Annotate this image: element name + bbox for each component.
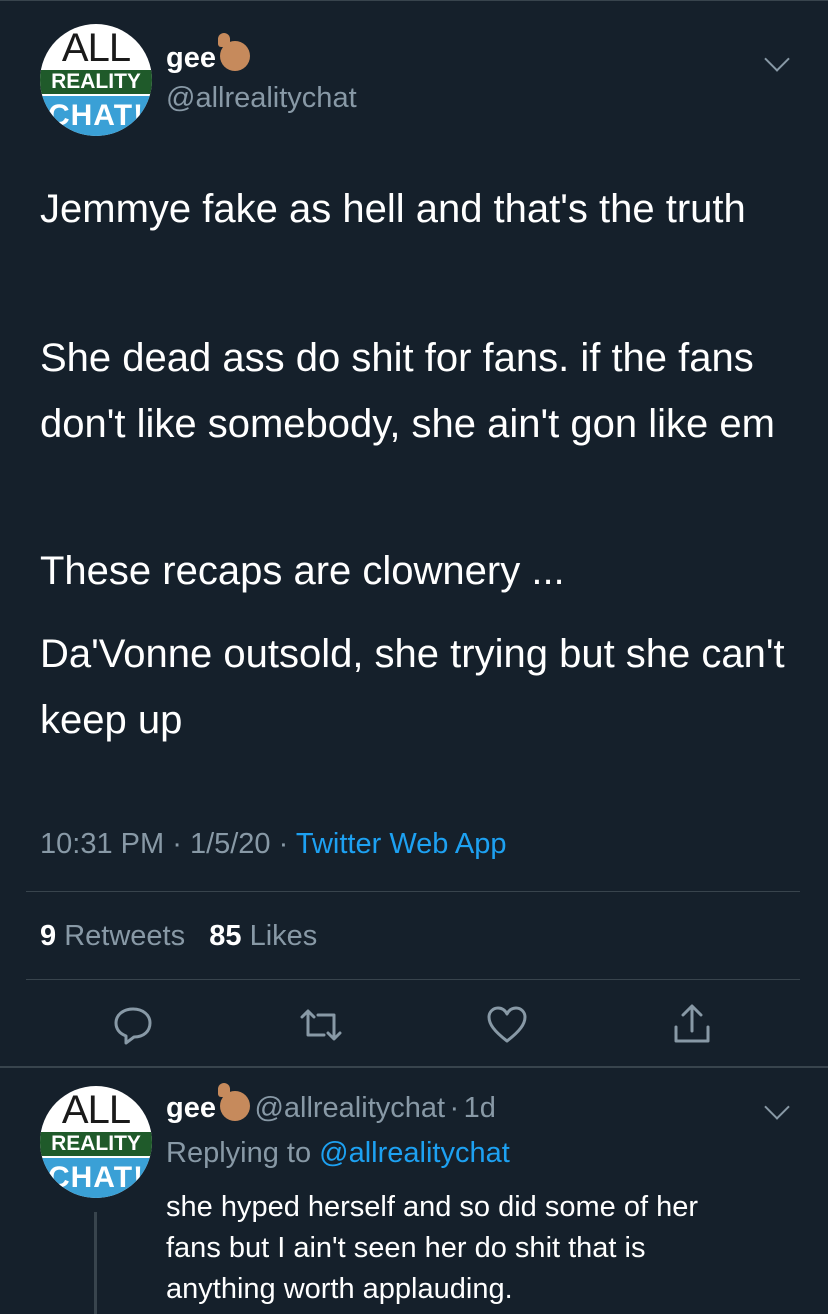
tweet-paragraph: She dead ass do shit for fans. if the fa… [40,336,775,446]
replying-to: Replying to @allrealitychat [166,1135,510,1171]
retweets-count: 9 [40,920,57,952]
tweet-source-link[interactable]: Twitter Web App [296,828,507,860]
divider [26,891,800,892]
reply-line: she hyped herself and so did some of her [166,1191,698,1223]
tweet-paragraph: These recaps are clownery ... [40,549,565,593]
reply-header: gee @allrealitychat · 1d [166,1083,496,1131]
meta-separator: · [449,1092,460,1124]
share-icon[interactable] [672,1003,712,1045]
top-border [0,0,828,1]
reply-handle[interactable]: @allrealitychat [254,1092,445,1124]
reply-icon[interactable] [112,1005,154,1045]
avatar-logo-band: REALITY [40,70,152,94]
retweet-icon[interactable] [298,1007,344,1043]
reply-age[interactable]: 1d [464,1092,496,1124]
tweet-stats: 9 Retweets 85 Likes [40,918,317,954]
divider [26,979,800,980]
like-icon[interactable] [486,1005,528,1045]
thread-line [94,1212,97,1314]
avatar-logo-text: ALL [61,26,131,70]
likes-stat[interactable]: 85 Likes [209,920,317,952]
raised-hand-emoji-icon [217,33,250,71]
retweets-label: Retweets [64,920,186,952]
retweets-stat[interactable]: 9 Retweets [40,920,185,952]
display-name[interactable]: gee [166,42,216,74]
avatar-logo-text: ALL [61,1088,131,1132]
tweet-time: 10:31 PM [40,828,165,860]
replying-to-prefix: Replying to [166,1137,312,1169]
avatar[interactable]: ALL REALITY CHAT! [40,24,152,136]
reply-line: fans but I ain't seen her do shit that i… [166,1232,646,1264]
reply-line: anything worth applauding. [166,1273,513,1305]
chevron-down-icon[interactable] [764,46,790,72]
tweet-paragraph: Jemmye fake as hell and that's the truth [40,187,746,231]
tweet-date: 1/5/20 [189,828,271,860]
chevron-down-icon[interactable] [764,1094,790,1120]
reply-avatar[interactable]: ALL REALITY CHAT! [40,1086,152,1198]
tweet-meta: 10:31 PM · 1/5/20 · Twitter Web App [40,826,506,862]
section-divider [0,1066,828,1068]
meta-separator: · [172,828,182,860]
avatar-logo-chat: CHAT! [40,96,152,136]
reply-display-name[interactable]: gee [166,1092,216,1124]
author-handle[interactable]: @allrealitychat [166,80,357,116]
likes-count: 85 [209,920,242,952]
likes-label: Likes [249,920,318,952]
avatar-logo-band: REALITY [40,1132,152,1156]
author-name-row[interactable]: gee [166,33,250,81]
tweet-paragraph: Da'Vonne outsold, she trying but she can… [40,632,785,742]
meta-separator: · [278,828,289,860]
avatar-logo-chat: CHAT! [40,1158,152,1198]
replying-to-link[interactable]: @allrealitychat [319,1137,510,1169]
raised-hand-emoji-icon [217,1083,250,1121]
